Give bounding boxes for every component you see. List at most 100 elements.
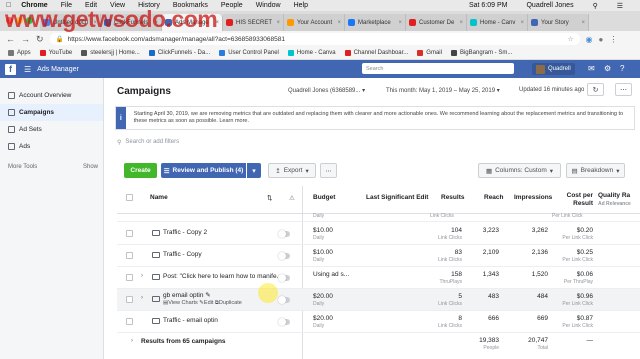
tab-close-icon[interactable]: ×: [398, 20, 402, 26]
back-icon[interactable]: ←: [6, 34, 15, 44]
col-reach[interactable]: Reach: [484, 194, 504, 201]
menu-help[interactable]: Help: [294, 2, 308, 9]
user-menu[interactable]: Quadrell: [532, 63, 575, 75]
table-row[interactable]: Traffic - Copy $10.00 Daily 83 Link Clicks 2,…: [117, 245, 640, 267]
campaign-toggle[interactable]: [278, 274, 290, 282]
results-sub: Link Clicks: [438, 257, 462, 263]
url-input[interactable]: 🔒 https://www.facebook.com/adsmanager/ma…: [49, 33, 580, 45]
browser-tab[interactable]: HIS SECRET ×: [223, 14, 284, 31]
campaign-toggle[interactable]: [278, 318, 290, 326]
row-checkbox[interactable]: [126, 252, 133, 259]
menu-grid-icon[interactable]: ☰: [24, 65, 31, 74]
chevron-right-icon[interactable]: ›: [141, 295, 143, 301]
sort-icon[interactable]: ⇅: [267, 194, 272, 202]
campaign-name[interactable]: gb email optin ✎: [163, 291, 211, 299]
edit-link[interactable]: ✎Edit: [199, 300, 213, 306]
menu-kebab-icon[interactable]: ⋮: [609, 35, 617, 44]
campaign-name[interactable]: Traffic - Copy: [163, 251, 202, 258]
notifications-icon[interactable]: ✉: [588, 64, 595, 73]
browser-tab[interactable]: Your Account ×: [284, 14, 345, 31]
chevron-right-icon[interactable]: ›: [141, 273, 143, 279]
col-cost-per-result[interactable]: Cost per Result: [563, 192, 593, 208]
table-row[interactable]: Traffic - email optin $20.00 Daily 8 Link Cl…: [117, 311, 640, 333]
chevron-down-icon: ▾: [362, 88, 366, 94]
bookmark-item[interactable]: YouTube: [39, 50, 72, 56]
menu-people[interactable]: People: [221, 2, 243, 9]
table-row[interactable]: › gb email optin ✎ ▤View Charts ✎Edit ⧉Dup…: [117, 289, 640, 311]
menu-list-icon[interactable]: ☰: [617, 2, 623, 10]
settings-gear-icon[interactable]: ⚙: [604, 64, 611, 73]
browser-tab[interactable]: Home - Canv ×: [467, 14, 528, 31]
bookmark-item[interactable]: Apps: [8, 50, 31, 56]
review-publish-button[interactable]: ☰ Review and Publish (4): [161, 163, 246, 178]
col-name[interactable]: Name: [150, 194, 168, 201]
view-charts-link[interactable]: ▤View Charts: [163, 300, 198, 306]
col-last-edit[interactable]: Last Significant Edit: [366, 194, 428, 201]
tab-close-icon[interactable]: ×: [581, 20, 585, 26]
sidebar-item-account-overview[interactable]: Account Overview: [0, 87, 103, 104]
review-dropdown-button[interactable]: ▾: [247, 163, 261, 178]
campaign-toggle[interactable]: [278, 296, 290, 304]
bookmark-item[interactable]: steelersjj | Home...: [81, 50, 140, 56]
campaign-name[interactable]: Post: "Click here to learn how to manife…: [163, 273, 282, 280]
col-impressions[interactable]: Impressions: [514, 194, 552, 201]
create-button[interactable]: Create: [124, 163, 157, 178]
columns-button[interactable]: ▦ Columns: Custom ▾: [478, 163, 561, 178]
bookmark-item[interactable]: Channel Dashboar...: [344, 50, 408, 56]
sidebar-item-ad-sets[interactable]: Ad Sets: [0, 121, 103, 138]
bookmark-item[interactable]: User Control Panel: [219, 50, 279, 56]
sidebar-item-campaigns[interactable]: Campaigns: [0, 104, 103, 121]
sidebar-item-ads[interactable]: Ads: [0, 138, 103, 155]
tab-close-icon[interactable]: ×: [459, 20, 463, 26]
bookmark-item[interactable]: BigBangram - Sm...: [450, 50, 512, 56]
duplicate-link[interactable]: ⧉Duplicate: [215, 300, 242, 306]
bookmark-item[interactable]: Gmail: [417, 50, 442, 56]
show-more-tools-link[interactable]: Show: [83, 164, 98, 170]
tab-close-icon[interactable]: ×: [520, 20, 524, 26]
refresh-button[interactable]: ↻: [587, 83, 604, 96]
export-button[interactable]: ↥ Export ▾: [268, 163, 316, 178]
edit-pencil-icon[interactable]: ✎: [205, 292, 210, 299]
reload-icon[interactable]: ↻: [36, 34, 44, 45]
col-quality[interactable]: Quality Ra Ad Relevance: [598, 192, 631, 207]
table-row[interactable]: › Post: "Click here to learn how to manif…: [117, 267, 640, 289]
menubar-user[interactable]: Quadrell Jones: [526, 2, 573, 9]
browser-tab[interactable]: Your Story ×: [528, 14, 589, 31]
results-value: 83: [454, 249, 462, 256]
col-budget[interactable]: Budget: [313, 194, 335, 201]
campaign-toggle[interactable]: [278, 230, 290, 238]
menu-window[interactable]: Window: [256, 2, 281, 9]
row-checkbox[interactable]: [126, 230, 133, 237]
more-actions-button[interactable]: ⋯: [320, 163, 337, 178]
tab-close-icon[interactable]: ×: [337, 20, 341, 26]
profile-icon[interactable]: ●: [599, 35, 604, 44]
browser-tab[interactable]: Marketplace ×: [345, 14, 406, 31]
more-options-button[interactable]: ⋯: [615, 83, 632, 96]
fb-search-input[interactable]: Search: [362, 63, 514, 74]
extension-icon[interactable]: ◉: [586, 35, 593, 44]
chevron-right-icon[interactable]: ›: [131, 338, 133, 344]
search-icon[interactable]: ⚲: [593, 2, 598, 10]
help-icon[interactable]: ?: [620, 64, 624, 73]
row-checkbox[interactable]: [126, 274, 133, 281]
bookmark-item[interactable]: ClickFunnels - Da...: [148, 50, 210, 56]
campaign-name[interactable]: Traffic - Copy 2: [163, 229, 207, 236]
breakdown-button[interactable]: ▤ Breakdown ▾: [566, 163, 625, 178]
col-results[interactable]: Results: [441, 194, 464, 201]
table-row[interactable]: Traffic - Copy 2 $10.00 Daily 104 Link Click…: [117, 223, 640, 245]
date-range-selector[interactable]: This month: May 1, 2019 – May 25, 2019 ▾: [386, 87, 500, 94]
account-selector[interactable]: Quadrell Jones (6368589... ▾: [288, 87, 365, 94]
facebook-logo-icon[interactable]: f: [5, 63, 16, 75]
browser-tab[interactable]: Customer De ×: [406, 14, 467, 31]
campaign-toggle[interactable]: [278, 252, 290, 260]
forward-icon[interactable]: →: [21, 34, 30, 44]
reach-cell: 666: [488, 315, 499, 322]
search-filter-input[interactable]: ⚲ Search or add filters: [117, 136, 625, 148]
tab-close-icon[interactable]: ×: [276, 20, 280, 26]
row-checkbox[interactable]: [126, 296, 133, 303]
star-icon[interactable]: ☆: [568, 35, 574, 43]
select-all-checkbox[interactable]: [126, 194, 133, 201]
campaign-name[interactable]: Traffic - email optin: [163, 317, 218, 324]
row-checkbox[interactable]: [126, 318, 133, 325]
bookmark-item[interactable]: Home - Canva: [287, 50, 336, 56]
